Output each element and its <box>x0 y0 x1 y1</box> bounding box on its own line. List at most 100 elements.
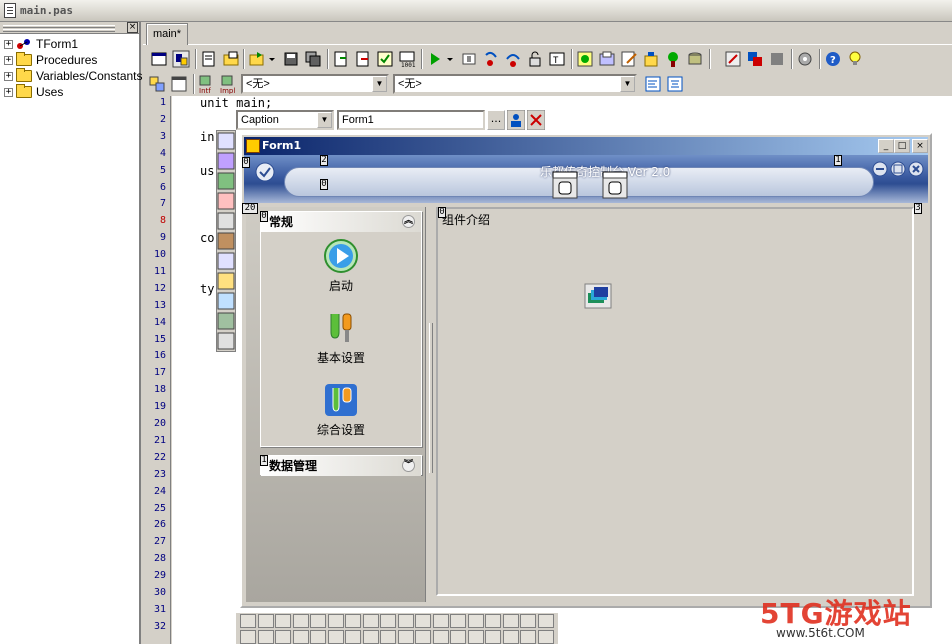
align-tool-icon[interactable] <box>362 614 379 628</box>
chevron-down-icon[interactable]: ▼ <box>372 76 387 92</box>
component-icon[interactable] <box>575 49 595 69</box>
class-browser-icon[interactable] <box>147 74 167 94</box>
wizard-icon[interactable] <box>663 49 683 69</box>
expand-icon[interactable]: + <box>4 39 13 49</box>
close-icon[interactable]: × <box>127 22 138 33</box>
step-over-icon[interactable] <box>503 49 523 69</box>
align-tool-icon[interactable] <box>397 630 414 644</box>
run-icon[interactable] <box>425 49 445 69</box>
power-socket-icon[interactable] <box>552 171 578 199</box>
implementation-icon[interactable]: Impl <box>219 74 239 94</box>
align-tool-icon[interactable] <box>432 630 449 644</box>
expand-icon[interactable]: + <box>4 55 13 65</box>
nav-item-general-settings[interactable]: 综合设置 <box>281 382 401 438</box>
align-tool-icon[interactable] <box>450 614 466 628</box>
component-marker[interactable]: 0 <box>438 207 446 218</box>
remove-file-icon[interactable] <box>353 49 373 69</box>
help-icon[interactable]: ? <box>823 49 843 69</box>
panel-splitter[interactable] <box>429 323 433 473</box>
align-tool-icon[interactable] <box>380 630 396 644</box>
view-form-icon[interactable]: 1001 <box>397 49 417 69</box>
lock-icon[interactable] <box>525 49 545 69</box>
component-marker[interactable]: 2 <box>320 155 328 166</box>
database-icon[interactable] <box>685 49 705 69</box>
tree-item-procedures[interactable]: + Procedures <box>4 52 97 68</box>
chevron-down-icon[interactable]: ▼ <box>317 112 332 128</box>
dropdown-arrow-icon[interactable] <box>445 49 455 69</box>
lightbulb-icon[interactable] <box>845 49 865 69</box>
window-list-icon[interactable] <box>169 74 189 94</box>
property-value-input[interactable]: Form1 <box>337 110 485 130</box>
open-project-icon[interactable] <box>221 49 241 69</box>
align-tool-icon[interactable] <box>240 614 256 628</box>
collapse-icon[interactable]: ︽ <box>402 215 415 228</box>
component-marker[interactable]: 20 <box>242 203 258 214</box>
delete-icon[interactable] <box>527 110 545 130</box>
align-tool-icon[interactable] <box>415 614 431 628</box>
align-tool-icon[interactable] <box>537 630 554 644</box>
align-tool-icon[interactable] <box>257 630 274 644</box>
align-tool-icon[interactable] <box>485 630 501 644</box>
component-marker[interactable]: 1 <box>834 155 842 166</box>
align-tool-icon[interactable] <box>327 630 344 644</box>
breakpoint-icon[interactable]: T <box>547 49 567 69</box>
align-tool-icon[interactable] <box>485 614 501 628</box>
align-tool-icon[interactable] <box>257 614 274 628</box>
save-icon[interactable] <box>281 49 301 69</box>
expand-icon[interactable]: ︾ <box>402 459 415 472</box>
save-all-icon[interactable] <box>303 49 323 69</box>
image-list-icon[interactable] <box>584 283 612 309</box>
gray-block-icon[interactable] <box>767 49 787 69</box>
translate-icon[interactable] <box>745 49 765 69</box>
align-tool-icon[interactable] <box>345 630 361 644</box>
tree-item-uses[interactable]: + Uses <box>4 84 63 100</box>
minimize-button[interactable]: _ <box>878 139 894 153</box>
align-tool-icon[interactable] <box>520 630 536 644</box>
expand-icon[interactable]: + <box>4 87 13 97</box>
align-tool-icon[interactable] <box>292 630 309 644</box>
dropdown-arrow-icon[interactable] <box>267 49 277 69</box>
align-tool-icon[interactable] <box>502 630 519 644</box>
code-line[interactable]: co <box>200 231 214 245</box>
align-tool-icon[interactable] <box>467 614 484 628</box>
align-tool-icon[interactable] <box>362 630 379 644</box>
code-line[interactable]: in <box>200 130 214 144</box>
nav-item-basic-settings[interactable]: 基本设置 <box>281 310 401 366</box>
component-marker[interactable]: 3 <box>914 203 922 214</box>
group-general-header[interactable]: 常规 ︽ <box>261 212 421 232</box>
code-line[interactable]: us <box>200 164 214 178</box>
align-left-icon[interactable] <box>643 74 663 94</box>
form-title-bar[interactable]: Form1 _ □ × <box>244 137 928 155</box>
check-circle-icon[interactable] <box>254 161 276 183</box>
settings-icon[interactable] <box>795 49 815 69</box>
property-combo[interactable]: Caption ▼ <box>236 110 334 130</box>
align-tool-icon[interactable] <box>397 614 414 628</box>
expand-icon[interactable]: + <box>4 71 13 81</box>
method-combo[interactable]: <无> ▼ <box>393 74 637 94</box>
align-tool-icon[interactable] <box>345 614 361 628</box>
component-marker[interactable]: 0 <box>320 179 328 190</box>
align-tool-icon[interactable] <box>292 614 309 628</box>
component-tool-icons[interactable] <box>217 131 235 351</box>
power-socket-icon[interactable] <box>602 171 628 199</box>
component-marker[interactable]: 0 <box>242 157 250 168</box>
component-marker[interactable]: 1 <box>260 455 268 466</box>
add-file-icon[interactable] <box>331 49 351 69</box>
tree-item-tform1[interactable]: + TForm1 <box>4 36 78 52</box>
open-icon[interactable] <box>247 49 267 69</box>
align-tool-icon[interactable] <box>310 630 326 644</box>
component-marker[interactable]: 0 <box>260 211 268 222</box>
group-data-management-header[interactable]: 数据管理 ︾ <box>261 456 421 476</box>
toggle-form-unit-icon[interactable] <box>171 49 191 69</box>
align-tool-icon[interactable] <box>467 630 484 644</box>
form-icon[interactable] <box>149 49 169 69</box>
package-icon[interactable] <box>641 49 661 69</box>
grip-handle[interactable] <box>3 29 115 32</box>
pause-icon[interactable] <box>459 49 479 69</box>
class-combo[interactable]: <无> ▼ <box>241 74 389 94</box>
interface-icon[interactable]: Intf <box>197 74 217 94</box>
window-control-icons[interactable] <box>872 159 924 179</box>
form-designer-window[interactable]: Form1 _ □ × 乐都传奇控制台 Ver 2.0 常规 ︽ 启动 基本设置… <box>240 133 932 608</box>
align-tool-icon[interactable] <box>380 614 396 628</box>
align-tool-icon[interactable] <box>502 614 519 628</box>
